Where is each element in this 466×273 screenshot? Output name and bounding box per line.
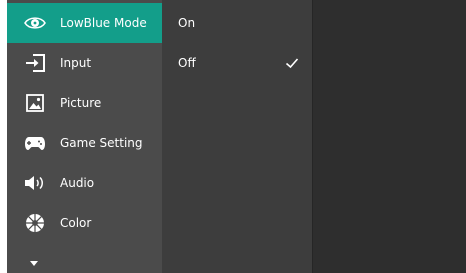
submenu-panel: On Off <box>162 0 312 273</box>
menu-item-label: Game Setting <box>60 136 143 150</box>
detail-panel <box>313 0 466 273</box>
menu-item-game-setting[interactable]: Game Setting <box>7 123 162 163</box>
option-label: On <box>178 16 196 30</box>
menu-item-label: Audio <box>60 176 95 190</box>
chevron-down-icon[interactable] <box>28 253 40 266</box>
option-off[interactable]: Off <box>162 43 312 83</box>
eye-icon <box>24 12 46 34</box>
checkmark-icon <box>284 55 300 71</box>
menu-item-lowblue-mode[interactable]: LowBlue Mode <box>7 3 162 43</box>
menu-item-color[interactable]: Color <box>7 203 162 243</box>
menu-item-picture[interactable]: Picture <box>7 83 162 123</box>
menu-item-label: Color <box>60 216 92 230</box>
input-arrow-icon <box>24 52 46 74</box>
menu-item-audio[interactable]: Audio <box>7 163 162 203</box>
main-menu-panel: LowBlue Mode Input Picture Game Setting … <box>7 0 162 273</box>
option-on[interactable]: On <box>162 3 312 43</box>
menu-item-label: LowBlue Mode <box>60 16 147 30</box>
menu-item-input[interactable]: Input <box>7 43 162 83</box>
color-wheel-icon <box>24 212 46 234</box>
menu-item-label: Picture <box>60 96 102 110</box>
menu-item-label: Input <box>60 56 92 70</box>
speaker-icon <box>24 172 46 194</box>
option-label: Off <box>178 56 196 70</box>
picture-icon <box>24 92 46 114</box>
osd-menu: LowBlue Mode Input Picture Game Setting … <box>7 0 466 273</box>
gamepad-icon <box>24 132 46 154</box>
